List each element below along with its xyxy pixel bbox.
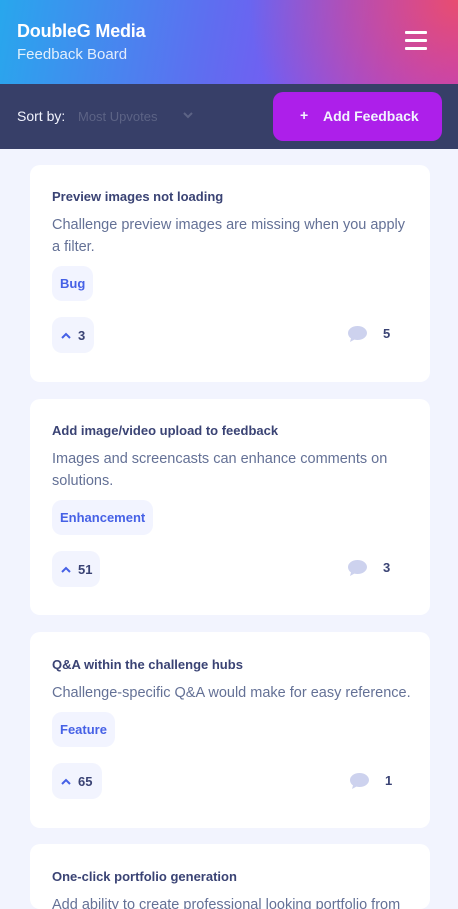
comment-count: 1: [385, 773, 393, 788]
upvote-button[interactable]: 65: [52, 763, 102, 799]
comments-indicator[interactable]: 5: [348, 324, 398, 344]
upvote-count: 51: [78, 562, 93, 577]
brand-title: DoubleG Media: [17, 21, 146, 41]
chevron-down-icon[interactable]: [182, 108, 194, 122]
feedback-description: Challenge preview images are missing whe…: [52, 217, 406, 255]
comment-count: 5: [383, 326, 391, 341]
plus-icon: +: [300, 107, 309, 123]
feedback-card[interactable]: Add image/video upload to feedback Image…: [30, 399, 430, 615]
feedback-title[interactable]: One-click portfolio generation: [52, 869, 237, 884]
brand-subtitle: Feedback Board: [17, 46, 128, 63]
feedback-card[interactable]: One-click portfolio generation Add abili…: [30, 844, 430, 909]
comments-indicator[interactable]: 3: [348, 558, 398, 578]
chevron-up-icon: [61, 778, 71, 785]
feedback-card[interactable]: Preview images not loading Challenge pre…: [30, 165, 430, 382]
feedback-title[interactable]: Q&A within the challenge hubs: [52, 657, 243, 672]
feedback-title[interactable]: Preview images not loading: [52, 189, 223, 204]
add-feedback-label: Add Feedback: [323, 108, 419, 124]
sort-label: Sort by:: [17, 108, 66, 124]
comment-icon: [348, 560, 367, 576]
feedback-description: Challenge-specific Q&A would make for ea…: [52, 685, 411, 701]
feedback-description: Add ability to create professional looki…: [52, 897, 401, 909]
add-feedback-button[interactable]: + Add Feedback: [273, 92, 442, 141]
feedback-title[interactable]: Add image/video upload to feedback: [52, 423, 278, 438]
upvote-button[interactable]: 51: [52, 551, 100, 587]
feedback-description: Images and screencasts can enhance comme…: [52, 451, 388, 489]
comment-count: 3: [383, 560, 391, 575]
upvote-count: 3: [78, 328, 86, 343]
chevron-up-icon: [61, 332, 71, 339]
comment-icon: [348, 326, 367, 342]
comments-indicator[interactable]: 1: [350, 771, 400, 791]
hamburger-menu-icon[interactable]: [405, 31, 427, 50]
feedback-card[interactable]: Q&A within the challenge hubs Challenge-…: [30, 632, 430, 828]
category-tag[interactable]: Feature: [52, 712, 115, 747]
category-tag[interactable]: Enhancement: [52, 500, 154, 535]
sort-select-value[interactable]: Most Upvotes: [78, 109, 157, 124]
category-tag[interactable]: Bug: [52, 266, 94, 301]
app-header: DoubleG Media Feedback Board: [0, 0, 458, 84]
upvote-button[interactable]: 3: [52, 317, 94, 353]
chevron-up-icon: [61, 566, 71, 573]
upvote-count: 65: [78, 774, 93, 789]
comment-icon: [350, 773, 369, 789]
